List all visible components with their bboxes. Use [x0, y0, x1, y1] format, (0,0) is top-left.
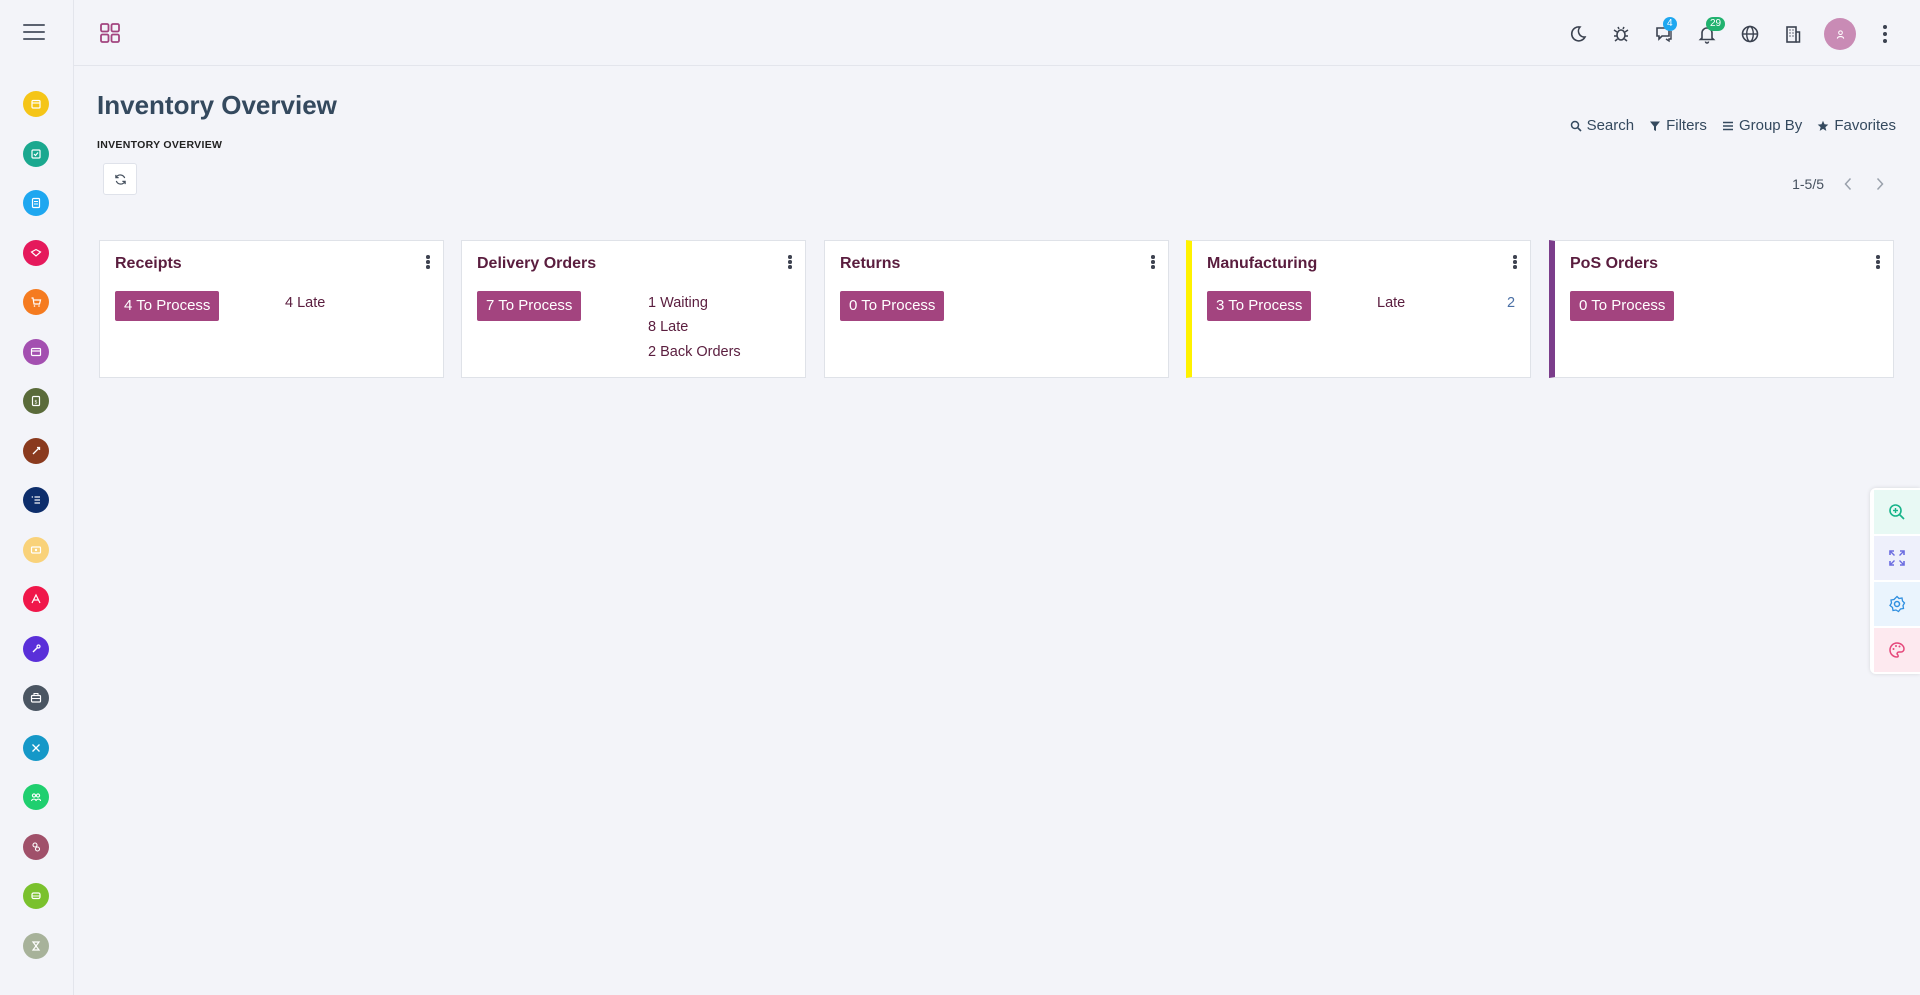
card-menu-icon[interactable]	[1875, 255, 1881, 271]
card-menu-icon[interactable]	[1512, 255, 1518, 271]
menu-toggle-icon[interactable]	[23, 24, 45, 42]
to-process-button[interactable]: 0 To Process	[840, 291, 945, 321]
app-inventory-icon[interactable]	[23, 685, 49, 711]
dark-mode-moon-icon[interactable]	[1567, 23, 1589, 45]
app-notes-icon[interactable]	[23, 190, 49, 216]
app-todo-icon[interactable]	[23, 140, 49, 167]
svg-text:$: $	[34, 400, 37, 406]
list-icon	[1722, 121, 1733, 130]
refresh-icon	[114, 173, 126, 185]
app-recruitment-icon[interactable]	[23, 833, 49, 860]
zoom-in-icon[interactable]	[1874, 490, 1920, 534]
app-grid-icon[interactable]	[100, 23, 120, 43]
filter-icon	[1650, 121, 1661, 131]
user-avatar[interactable]	[1824, 18, 1856, 50]
company-building-icon[interactable]	[1782, 23, 1804, 45]
chat-count-badge: 4	[1663, 17, 1677, 31]
notification-count-badge: 29	[1706, 17, 1726, 31]
app-crm-icon[interactable]	[23, 239, 49, 266]
app-expenses-icon[interactable]	[23, 536, 49, 563]
group-by-dropdown[interactable]: Group By	[1722, 117, 1802, 134]
settings-gear-icon[interactable]	[1874, 582, 1920, 626]
favorites-label: Favorites	[1834, 117, 1896, 134]
app-launcher-list: $	[23, 91, 49, 982]
late-count[interactable]: 2	[1507, 295, 1515, 311]
card-menu-icon[interactable]	[787, 255, 793, 271]
card-title[interactable]: Receipts	[115, 255, 182, 273]
pager-next-icon[interactable]	[1876, 177, 1888, 191]
systray: 4 29	[1546, 17, 1896, 50]
pager-range[interactable]: 1-5/5	[1792, 176, 1824, 192]
back-orders-link[interactable]: 2 Back Orders	[648, 344, 741, 360]
app-website-icon[interactable]	[23, 586, 49, 612]
search-label: Search	[1586, 117, 1635, 134]
app-sidebar: $	[0, 0, 74, 995]
late-link[interactable]: 4 Late	[285, 295, 325, 311]
card-menu-icon[interactable]	[425, 255, 431, 271]
app-manufacturing-icon[interactable]	[23, 734, 49, 761]
to-process-button[interactable]: 3 To Process	[1207, 291, 1312, 321]
top-navbar: 4 29	[74, 0, 1920, 66]
app-tools-icon[interactable]	[23, 635, 49, 662]
kanban-card-returns[interactable]: Returns 0 To Process	[824, 240, 1169, 378]
filters-label: Filters	[1666, 117, 1707, 134]
waiting-link[interactable]: 1 Waiting	[648, 295, 708, 311]
search-panel: Search Filters Group By Favorites	[1555, 117, 1896, 134]
filters-dropdown[interactable]: Filters	[1649, 117, 1707, 134]
app-time-off-icon[interactable]	[23, 932, 49, 959]
floating-toolbar	[1870, 488, 1920, 674]
breadcrumb[interactable]: INVENTORY OVERVIEW	[97, 139, 222, 151]
pager: 1-5/5	[1792, 176, 1888, 192]
to-process-button[interactable]: 0 To Process	[1570, 291, 1675, 321]
card-title[interactable]: Returns	[840, 255, 900, 273]
page-title: Inventory Overview	[97, 90, 337, 120]
card-title[interactable]: Delivery Orders	[477, 255, 596, 273]
app-project-icon[interactable]	[23, 437, 49, 464]
more-options-icon[interactable]	[1874, 23, 1896, 45]
app-accounting-icon[interactable]: $	[23, 388, 49, 414]
card-title[interactable]: PoS Orders	[1570, 255, 1658, 273]
notification-bell-icon[interactable]: 29	[1696, 17, 1726, 45]
late-link[interactable]: Late	[1377, 295, 1405, 311]
card-menu-icon[interactable]	[1150, 255, 1156, 271]
favorites-dropdown[interactable]: Favorites	[1817, 117, 1896, 134]
app-employees-icon[interactable]	[23, 784, 49, 810]
kanban-card-delivery-orders[interactable]: Delivery Orders 7 To Process 1 Waiting 8…	[461, 240, 806, 378]
search-toggle[interactable]: Search	[1570, 117, 1635, 134]
kanban-card-receipts[interactable]: Receipts 4 To Process 4 Late	[99, 240, 444, 378]
star-icon	[1818, 120, 1829, 131]
fullscreen-expand-icon[interactable]	[1874, 536, 1920, 580]
to-process-button[interactable]: 4 To Process	[115, 291, 220, 321]
language-globe-icon[interactable]	[1739, 23, 1761, 45]
app-calendar-icon[interactable]	[23, 91, 49, 117]
app-invoicing-icon[interactable]	[23, 338, 49, 365]
group-by-label: Group By	[1738, 117, 1803, 134]
kanban-card-pos-orders[interactable]: PoS Orders 0 To Process	[1549, 240, 1894, 378]
debug-bug-icon[interactable]	[1610, 23, 1632, 45]
app-timesheet-icon[interactable]	[23, 487, 49, 513]
late-link[interactable]: 8 Late	[648, 319, 688, 335]
app-sales-icon[interactable]	[23, 289, 49, 315]
card-title[interactable]: Manufacturing	[1207, 255, 1317, 273]
pager-previous-icon[interactable]	[1844, 177, 1856, 191]
app-fleet-icon[interactable]	[23, 883, 49, 909]
search-icon	[1570, 120, 1582, 132]
kanban-card-manufacturing[interactable]: Manufacturing 3 To Process Late 2	[1186, 240, 1531, 378]
messages-chat-icon[interactable]: 4	[1653, 17, 1677, 45]
theme-palette-icon[interactable]	[1874, 628, 1920, 672]
refresh-button[interactable]	[103, 163, 137, 195]
to-process-button[interactable]: 7 To Process	[477, 291, 582, 321]
